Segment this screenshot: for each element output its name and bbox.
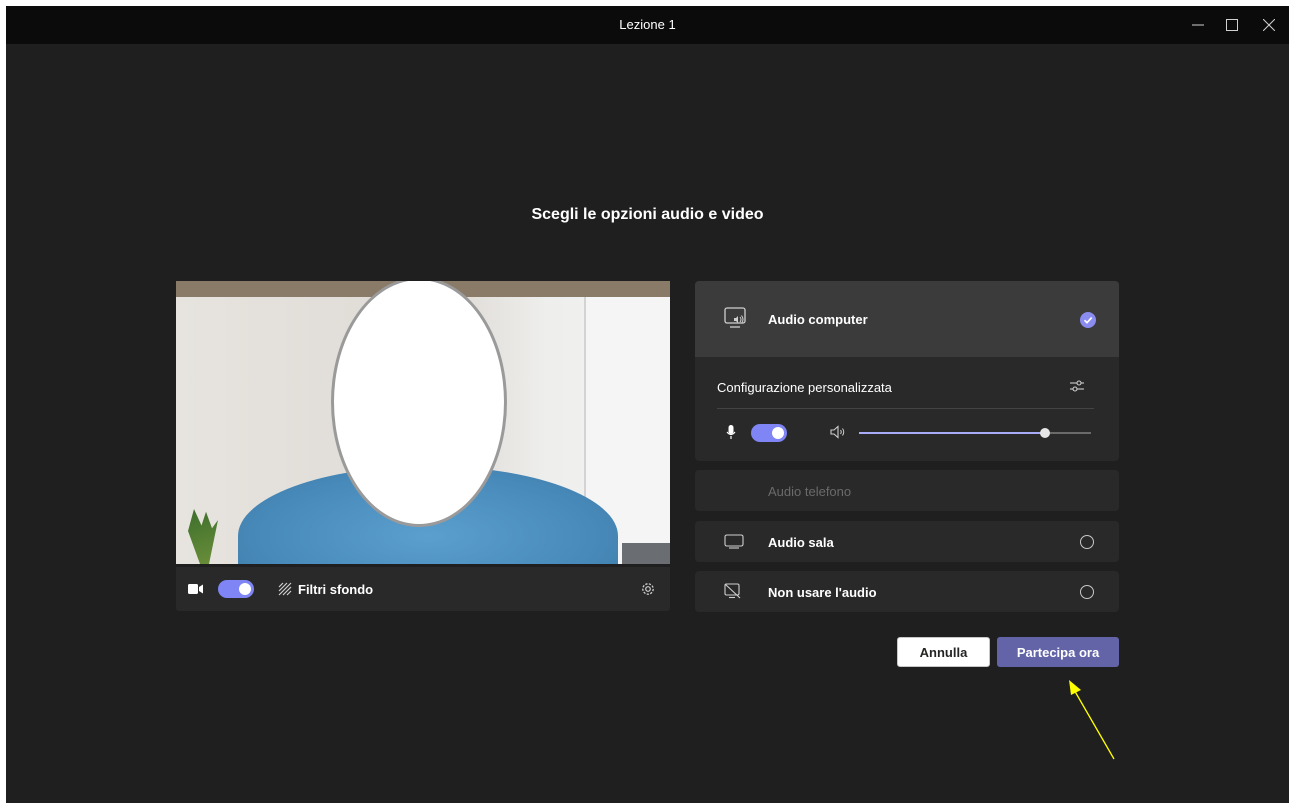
config-divider (717, 408, 1094, 409)
camera-icon (188, 584, 203, 594)
camera-toggle[interactable] (218, 580, 254, 598)
preview-monitor (622, 543, 670, 564)
background-filters-button[interactable]: Filtri sfondo (298, 582, 373, 597)
close-icon (1263, 19, 1275, 31)
title-bar: Lezione 1 (6, 6, 1289, 44)
microphone-toggle[interactable] (751, 424, 787, 442)
room-audio-icon (724, 534, 744, 549)
speaker-icon (830, 425, 845, 439)
window-title: Lezione 1 (619, 17, 676, 32)
speaker-volume-fill (859, 432, 1045, 434)
annotation-arrow-icon (1069, 680, 1115, 760)
teams-prejoin-window: Lezione 1 Scegli le opzioni audio e vide… (6, 6, 1289, 803)
maximize-button[interactable] (1218, 12, 1246, 38)
minimize-icon (1192, 24, 1204, 26)
maximize-icon (1226, 19, 1238, 31)
video-controls-bar: Filtri sfondo (176, 567, 670, 611)
no-audio-option[interactable]: Non usare l'audio (695, 571, 1119, 612)
computer-audio-header[interactable]: Audio computer (695, 281, 1119, 357)
speaker-volume-slider[interactable] (859, 428, 1091, 438)
no-audio-radio[interactable] (1080, 585, 1094, 599)
minimize-button[interactable] (1184, 12, 1212, 38)
configuration-sliders-icon[interactable] (1069, 378, 1085, 394)
cancel-button[interactable]: Annulla (897, 637, 990, 667)
background-filters-icon (278, 582, 292, 596)
phone-audio-option: Audio telefono (695, 470, 1119, 511)
microphone-icon (726, 425, 736, 439)
speaker-volume-thumb[interactable] (1039, 428, 1050, 438)
room-audio-option[interactable]: Audio sala (695, 521, 1119, 562)
device-settings-icon[interactable] (640, 581, 656, 597)
custom-configuration-label: Configurazione personalizzata (717, 380, 892, 395)
page-heading: Scegli le opzioni audio e video (531, 206, 764, 223)
no-audio-label: Non usare l'audio (768, 585, 877, 600)
computer-audio-icon (724, 307, 746, 328)
room-audio-label: Audio sala (768, 535, 834, 550)
phone-audio-label: Audio telefono (768, 484, 852, 499)
selected-check-icon (1080, 312, 1096, 328)
face-redaction (331, 281, 507, 527)
camera-preview (176, 281, 670, 564)
room-audio-radio[interactable] (1080, 535, 1094, 549)
close-button[interactable] (1255, 12, 1283, 38)
no-audio-icon (724, 583, 741, 599)
join-now-button[interactable]: Partecipa ora (997, 637, 1119, 667)
computer-audio-option[interactable]: Audio computer Configurazione personaliz… (695, 281, 1119, 461)
computer-audio-label: Audio computer (768, 312, 868, 327)
